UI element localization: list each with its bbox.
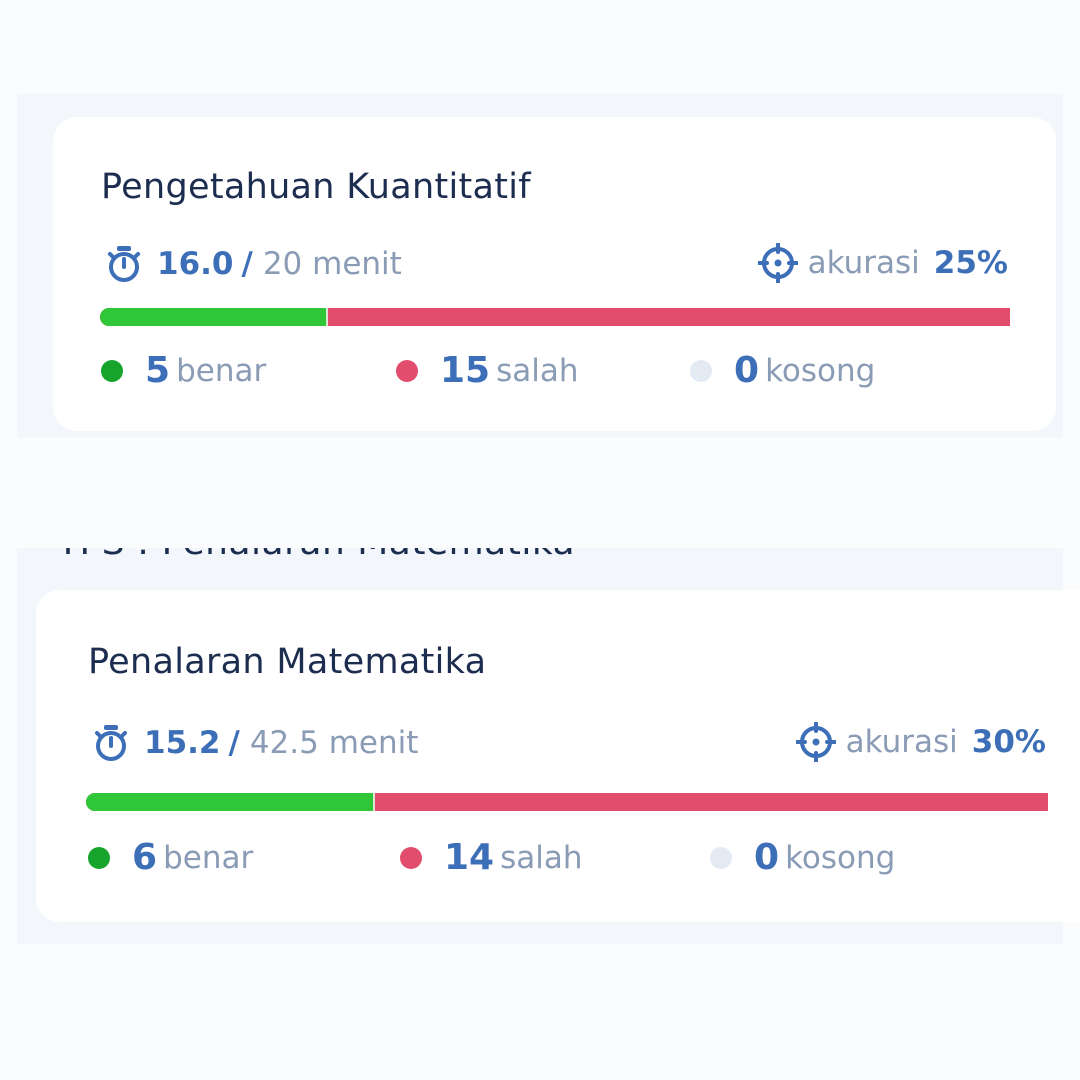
progress-correct-fill — [86, 793, 375, 811]
wrong-label: salah — [500, 839, 583, 876]
stopwatch-icon — [92, 724, 130, 762]
crosshair-icon — [757, 243, 798, 283]
accuracy-info: akurasi 25% — [757, 243, 1008, 283]
stat-correct: 5 benar — [101, 350, 266, 391]
wrong-count: 14 — [444, 837, 495, 878]
correct-label: benar — [176, 352, 267, 389]
time-used: 15.2 — [144, 725, 221, 761]
empty-dot-icon — [710, 846, 732, 869]
stat-wrong: 15 salah — [396, 350, 579, 391]
progress-bar — [86, 793, 1048, 811]
correct-count: 6 — [132, 837, 158, 878]
progress-correct-fill — [100, 308, 328, 326]
wrong-label: salah — [496, 352, 579, 389]
accuracy-value: 25% — [933, 245, 1008, 281]
stat-wrong: 14 salah — [400, 837, 583, 878]
correct-dot-icon — [101, 359, 123, 382]
time-info: 15.2 / 42.5 menit — [92, 724, 418, 762]
time-separator: / — [228, 725, 240, 761]
empty-dot-icon — [690, 359, 712, 382]
crosshair-icon — [795, 722, 836, 762]
empty-count: 0 — [754, 837, 780, 878]
progress-bar — [100, 308, 1010, 326]
wrong-dot-icon — [400, 846, 422, 869]
time-total: 20 menit — [262, 246, 402, 282]
time-used: 16.0 — [157, 246, 234, 282]
empty-count: 0 — [734, 350, 760, 391]
time-info: 16.0 / 20 menit — [105, 245, 402, 283]
section-title: Penalaran Matematika — [88, 642, 487, 682]
stat-empty: 0 kosong — [690, 350, 875, 391]
section-card-penalaran-matematika[interactable]: Penalaran Matematika 15.2 / 42.5 menit a… — [36, 590, 1080, 922]
wrong-count: 15 — [440, 350, 491, 391]
stat-empty: 0 kosong — [710, 837, 895, 878]
wrong-dot-icon — [396, 359, 418, 382]
time-separator: / — [241, 246, 253, 282]
correct-count: 5 — [145, 350, 171, 391]
partial-section-header: TPS : Penalaran Matematika — [57, 548, 575, 563]
time-total: 42.5 menit — [249, 725, 419, 761]
empty-label: kosong — [785, 839, 896, 876]
stat-correct: 6 benar — [88, 837, 253, 878]
section-card-pengetahuan-kuantitatif[interactable]: Pengetahuan Kuantitatif 16.0 / 20 menit — [53, 117, 1056, 431]
accuracy-info: akurasi 30% — [795, 722, 1046, 762]
section-title: Pengetahuan Kuantitatif — [101, 167, 531, 207]
empty-label: kosong — [765, 352, 876, 389]
accuracy-label: akurasi — [807, 245, 920, 281]
stopwatch-icon — [105, 245, 143, 283]
accuracy-value: 30% — [971, 724, 1046, 760]
accuracy-label: akurasi — [845, 724, 958, 760]
correct-dot-icon — [88, 846, 110, 869]
correct-label: benar — [163, 839, 254, 876]
